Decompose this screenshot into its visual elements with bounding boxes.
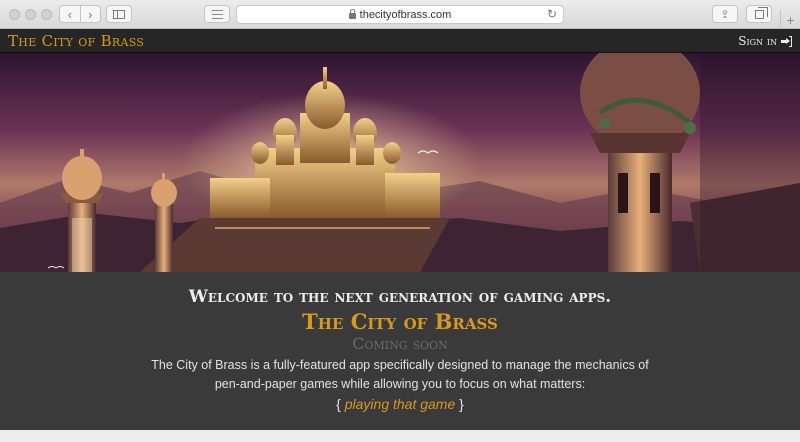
- hero-image: [0, 53, 800, 272]
- reader-button[interactable]: [204, 5, 230, 23]
- plus-icon: +: [786, 11, 795, 28]
- page-title: The City of Brass: [302, 309, 498, 334]
- app-description: The City of Brass is a fully-featured ap…: [151, 358, 649, 391]
- site-navbar: The City of Brass Sign in: [0, 29, 800, 53]
- address-bar[interactable]: thecityofbrass.com ↻: [236, 5, 564, 24]
- reload-icon[interactable]: ↻: [547, 7, 557, 21]
- sign-in-link[interactable]: Sign in: [738, 34, 792, 48]
- show-tabs-button[interactable]: [746, 5, 772, 23]
- new-tab-button[interactable]: +: [780, 10, 800, 29]
- chevron-right-icon[interactable]: ›: [79, 6, 101, 22]
- sign-in-icon: [781, 35, 792, 47]
- url-text: thecityofbrass.com: [359, 8, 452, 21]
- tagline-brace-close: }: [455, 396, 464, 412]
- brand-link[interactable]: The City of Brass: [8, 32, 144, 50]
- reader-icon: [211, 9, 223, 19]
- browser-toolbar: ‹ › thecityofbrass.com ↻ ⇪ +: [0, 0, 800, 29]
- tagline-brace-open: {: [336, 396, 345, 412]
- tagline: { playing that game }: [0, 396, 800, 412]
- history-nav: ‹ ›: [59, 5, 101, 23]
- lock-icon: [348, 8, 356, 19]
- tabs-icon: [754, 6, 768, 19]
- fantasy-city-illustration: [0, 53, 800, 272]
- welcome-heading: Welcome to the next generation of gaming…: [188, 287, 612, 307]
- chevron-left-icon[interactable]: ‹: [60, 6, 80, 22]
- sidebar-icon: [113, 9, 125, 19]
- close-window-button[interactable]: [9, 9, 20, 20]
- zoom-window-button[interactable]: [41, 9, 52, 20]
- minimize-window-button[interactable]: [25, 9, 36, 20]
- coming-soon-text: Coming soon: [352, 334, 448, 353]
- sidebar-toggle-button[interactable]: [106, 5, 132, 23]
- tagline-highlight: playing that game: [344, 396, 456, 412]
- share-button[interactable]: ⇪: [712, 5, 738, 23]
- intro-section: Welcome to the next generation of gaming…: [0, 272, 800, 430]
- page-bottom-strip: [0, 430, 800, 442]
- sign-in-label: Sign in: [738, 34, 777, 48]
- share-icon: ⇪: [720, 8, 730, 21]
